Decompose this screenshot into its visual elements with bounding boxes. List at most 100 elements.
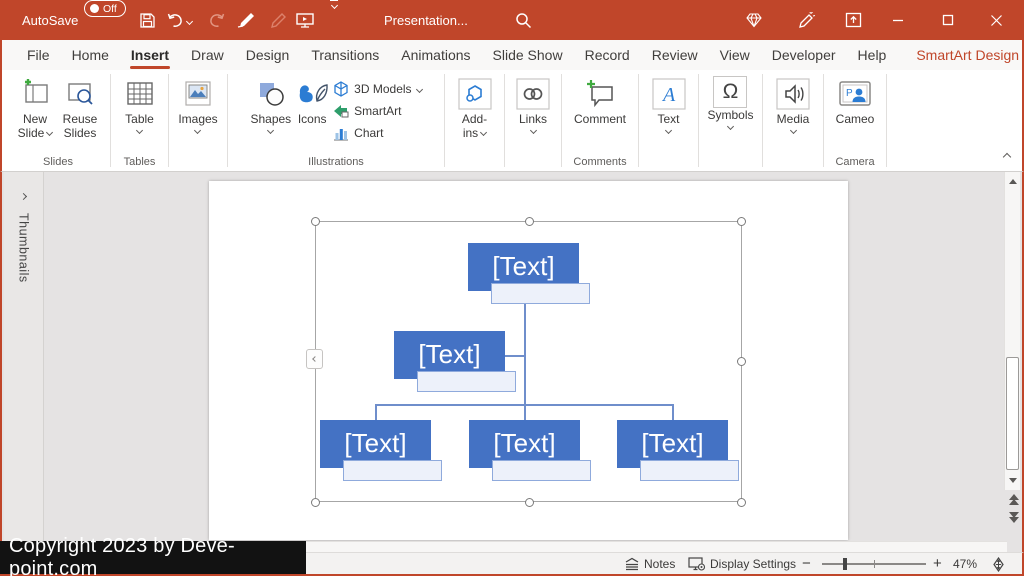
designer-button[interactable] (744, 0, 764, 40)
fit-to-window-icon (993, 556, 1004, 572)
smartart-node-assistant-subshape[interactable] (417, 371, 516, 392)
media-speaker-icon (776, 76, 810, 112)
start-presentation-button[interactable] (295, 0, 315, 40)
new-slide-button[interactable]: New Slide (14, 74, 56, 141)
tab-draw[interactable]: Draw (180, 40, 235, 70)
links-button[interactable]: Links (516, 74, 550, 135)
undo-dropdown[interactable] (185, 0, 194, 40)
icons-button[interactable]: Icons (295, 74, 329, 126)
undo-button[interactable] (165, 0, 185, 40)
display-settings-button[interactable]: Display Settings (688, 553, 796, 575)
notes-button[interactable]: Notes (624, 553, 675, 575)
format-painter-button[interactable] (236, 0, 256, 40)
reuse-slides-button[interactable]: Reuse Slides (58, 74, 102, 141)
maximize-button[interactable] (941, 0, 955, 40)
selection-handle-top-center[interactable] (525, 217, 534, 226)
save-icon (139, 12, 155, 28)
minimize-button[interactable] (891, 0, 905, 40)
connector-stub-3 (672, 404, 674, 420)
tab-review[interactable]: Review (641, 40, 709, 70)
selection-handle-bottom-center[interactable] (525, 498, 534, 507)
triangle-up-icon (1008, 179, 1017, 184)
customize-qat-button[interactable] (330, 0, 338, 40)
tab-smartart-design[interactable]: SmartArt Design (905, 40, 1024, 70)
illustrations-small-buttons: 3D Models SmartArt Chart (333, 74, 423, 141)
zoom-slider-handle[interactable] (843, 558, 847, 570)
tab-help[interactable]: Help (847, 40, 898, 70)
zoom-level[interactable]: 47% (953, 553, 977, 575)
tab-file[interactable]: File (16, 40, 61, 70)
images-button[interactable]: Images (178, 74, 218, 135)
media-button[interactable]: Media (776, 74, 810, 135)
3d-models-icon (334, 81, 348, 97)
scroll-up-button[interactable] (1005, 173, 1020, 190)
selection-handle-top-right[interactable] (737, 217, 746, 226)
selection-handle-middle-right[interactable] (737, 357, 746, 366)
chart-icon (334, 129, 349, 141)
smartart-label: SmartArt (354, 104, 402, 118)
title-bar: AutoSave Off Presentation... (0, 0, 1024, 40)
autosave-state-label: Off (103, 2, 117, 15)
fit-slide-to-window-button[interactable] (991, 553, 1006, 575)
new-comment-icon (583, 76, 617, 112)
group-label-camera: Camera (835, 156, 875, 168)
chart-button[interactable]: Chart (333, 125, 421, 141)
connector-stub-2 (524, 404, 526, 420)
tab-developer[interactable]: Developer (761, 40, 847, 70)
smartart-node-top-subshape[interactable] (491, 283, 590, 304)
smartart-text-pane-toggle[interactable] (306, 349, 323, 369)
zoom-out-button[interactable]: − (802, 552, 811, 574)
draw-pen-button[interactable] (268, 0, 288, 40)
tab-record[interactable]: Record (574, 40, 641, 70)
smartart-button[interactable]: SmartArt (333, 103, 421, 119)
smartart-node-bottom-3-subshape[interactable] (640, 460, 739, 481)
editing-mode-button[interactable] (796, 0, 816, 40)
next-slide-button[interactable] (1009, 512, 1019, 523)
add-ins-icon (457, 76, 492, 112)
group-text: A Text (639, 70, 698, 171)
selection-handle-top-left[interactable] (311, 217, 320, 226)
text-box-button[interactable]: A Text (651, 74, 686, 135)
zoom-slider[interactable] (822, 553, 926, 575)
scrollbar-thumb[interactable] (1006, 357, 1019, 470)
cameo-button[interactable]: P Cameo (836, 74, 874, 126)
slide[interactable]: [Text] [Text] [Text] [Text] [Text] (209, 181, 848, 540)
omega-symbol-icon: Ω (713, 76, 748, 108)
smartart-node-bottom-2-subshape[interactable] (492, 460, 591, 481)
zoom-in-button[interactable]: + (933, 552, 942, 574)
display-settings-label: Display Settings (710, 557, 797, 571)
table-button[interactable]: Table (125, 74, 155, 135)
search-button[interactable] (513, 0, 533, 40)
connector-stub-1 (375, 404, 377, 420)
tab-home[interactable]: Home (61, 40, 120, 70)
selection-handle-bottom-right[interactable] (737, 498, 746, 507)
save-button[interactable] (137, 0, 157, 40)
redo-button[interactable] (206, 0, 226, 40)
thumbnails-pane-collapsed[interactable]: Thumbnails (4, 172, 44, 552)
group-tables: Table Tables (111, 70, 168, 171)
tab-view[interactable]: View (709, 40, 761, 70)
tab-insert[interactable]: Insert (120, 40, 180, 70)
tab-transitions[interactable]: Transitions (300, 40, 390, 70)
selection-handle-bottom-left[interactable] (311, 498, 320, 507)
notes-icon (625, 557, 639, 571)
add-ins-button[interactable]: Add-ins (457, 74, 492, 141)
autosave-toggle[interactable]: Off (84, 0, 126, 17)
comment-label: Comment (573, 112, 626, 126)
tab-design[interactable]: Design (235, 40, 301, 70)
collapse-ribbon-button[interactable] (1002, 147, 1012, 165)
previous-slide-button[interactable] (1009, 494, 1019, 505)
triangle-down-icon (1008, 478, 1017, 483)
symbols-button[interactable]: Ω Symbols (707, 74, 754, 131)
tab-animations[interactable]: Animations (390, 40, 481, 70)
tab-slide-show[interactable]: Slide Show (482, 40, 574, 70)
vertical-scrollbar[interactable] (1004, 172, 1020, 490)
zoom-slider-center-tick (874, 560, 875, 568)
ribbon-display-options-button[interactable] (843, 0, 863, 40)
3d-models-button[interactable]: 3D Models (333, 81, 423, 97)
shapes-button[interactable]: Shapes (250, 74, 291, 135)
comment-button[interactable]: Comment (574, 74, 626, 126)
close-button[interactable] (989, 0, 1003, 40)
smartart-node-bottom-1-subshape[interactable] (343, 460, 442, 481)
scroll-down-button[interactable] (1005, 472, 1020, 489)
